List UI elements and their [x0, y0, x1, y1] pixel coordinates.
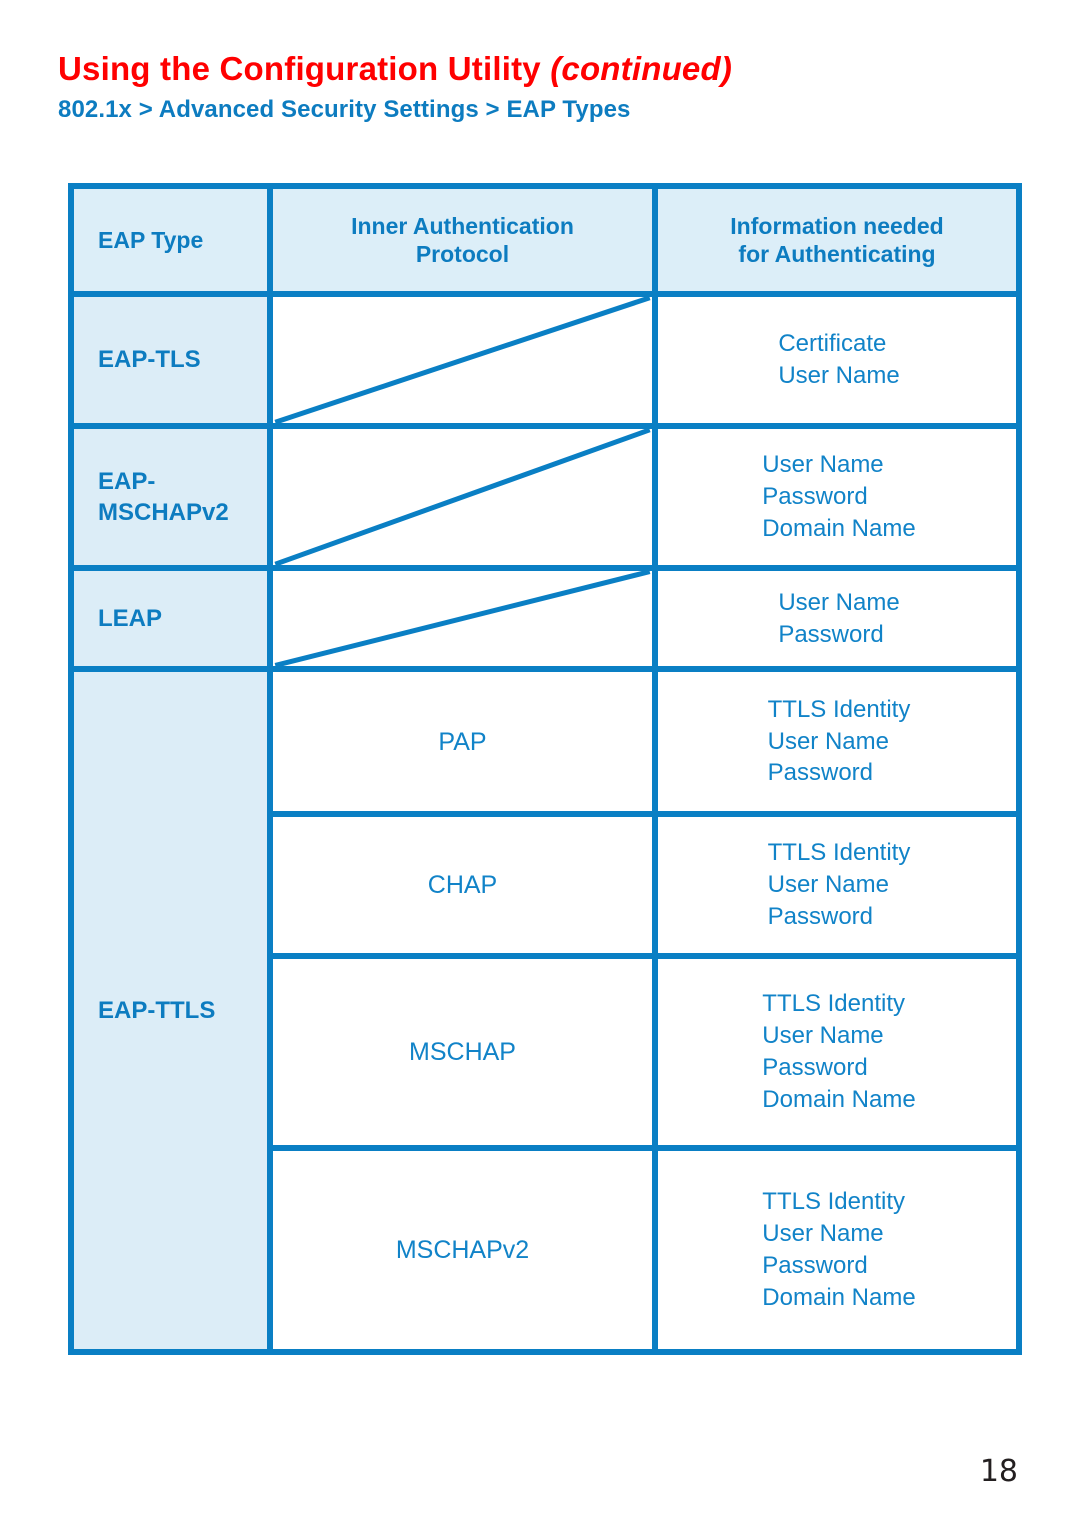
info-item: User Name — [762, 1022, 884, 1050]
eap-type-label-line1: EAP- — [98, 467, 156, 495]
eap-type-label: EAP-TTLS — [98, 996, 216, 1024]
page-title-main: Using the Configuration Utility — [58, 50, 551, 87]
info-item: Password — [767, 759, 873, 787]
cell-info-leap: User Name Password — [658, 571, 1016, 672]
info-list: TTLS Identity User Name Password Domain … — [758, 988, 915, 1116]
column-header-line1: Information needed — [730, 212, 944, 239]
info-item: User Name — [778, 362, 900, 389]
info-item: Domain Name — [762, 1283, 916, 1311]
inner-protocol-label: CHAP — [427, 871, 498, 899]
cell-inner-protocol-chap: CHAP — [273, 817, 652, 959]
inner-protocol-label: PAP — [438, 727, 487, 756]
info-list: User Name Password — [774, 587, 899, 651]
info-item: User Name — [767, 871, 889, 899]
info-list: TTLS Identity User Name Password — [764, 837, 911, 933]
cell-info-eap-tls: Certificate User Name — [658, 297, 1016, 429]
column-information-needed: Information needed for Authenticating Ce… — [658, 189, 1016, 1349]
info-item: User Name — [762, 451, 884, 479]
info-list: Certificate User Name — [774, 328, 899, 392]
info-item: TTLS Identity — [767, 839, 911, 867]
eap-types-table: EAP Type EAP-TLS EAP- MSCHAPv2 LEAP EAP-… — [68, 183, 1022, 1355]
info-item: User Name — [762, 1220, 884, 1248]
info-item: Password — [762, 1252, 868, 1279]
info-item: Domain Name — [762, 1085, 916, 1113]
page-number: 18 — [979, 1454, 1018, 1489]
info-item: Domain Name — [762, 514, 916, 542]
cell-inner-protocol-pap: PAP — [273, 672, 652, 817]
info-item: Password — [778, 620, 884, 648]
page-title: Using the Configuration Utility (continu… — [58, 50, 1038, 87]
cell-inner-protocol-mschapv2: MSCHAPv2 — [273, 1151, 652, 1349]
cell-inner-protocol-not-applicable — [273, 297, 652, 429]
column-header-inner-auth-protocol: Inner Authentication Protocol — [273, 189, 652, 297]
info-item: Password — [767, 902, 873, 930]
column-header-eap-type: EAP Type — [74, 189, 267, 297]
cell-info-ttls-mschap: TTLS Identity User Name Password Domain … — [658, 959, 1016, 1151]
cell-eap-type-eap-ttls: EAP-TTLS — [74, 672, 267, 1349]
cell-info-ttls-chap: TTLS Identity User Name Password — [658, 817, 1016, 959]
inner-protocol-label: MSCHAP — [409, 1038, 516, 1066]
cell-inner-protocol-not-applicable — [273, 571, 652, 672]
info-item: TTLS Identity — [762, 990, 906, 1018]
cell-eap-type-eap-tls: EAP-TLS — [74, 297, 267, 429]
info-item: Password — [762, 483, 868, 511]
column-header-line1: Inner Authentication — [351, 212, 574, 239]
column-header-line2: for Authenticating — [738, 241, 936, 267]
page-title-continued: (continued) — [550, 50, 733, 87]
cell-info-ttls-pap: TTLS Identity User Name Password — [658, 672, 1016, 817]
info-item: TTLS Identity — [767, 695, 911, 723]
info-item: User Name — [767, 727, 889, 755]
cell-info-ttls-mschapv2: TTLS Identity User Name Password Domain … — [658, 1151, 1016, 1349]
info-list: TTLS Identity User Name Password — [764, 694, 911, 790]
cell-inner-protocol-not-applicable — [273, 429, 652, 571]
eap-type-label-line2: MSCHAPv2 — [98, 499, 229, 526]
cell-eap-type-eap-mschapv2: EAP- MSCHAPv2 — [74, 429, 267, 571]
diagonal-slash-icon — [273, 429, 652, 565]
info-item: Password — [762, 1054, 868, 1081]
column-inner-auth-protocol: Inner Authentication Protocol PAP CHAP M… — [273, 189, 658, 1349]
table-grid: EAP Type EAP-TLS EAP- MSCHAPv2 LEAP EAP-… — [74, 189, 1016, 1349]
info-list: User Name Password Domain Name — [758, 449, 915, 545]
cell-info-eap-mschapv2: User Name Password Domain Name — [658, 429, 1016, 571]
inner-protocol-label: MSCHAPv2 — [395, 1236, 530, 1264]
diagonal-slash-icon — [273, 571, 652, 666]
info-item: User Name — [778, 588, 900, 616]
page-subtitle: 802.1x > Advanced Security Settings > EA… — [58, 95, 631, 123]
page-header: Using the Configuration Utility (continu… — [58, 50, 1038, 124]
cell-inner-protocol-mschap: MSCHAP — [273, 959, 652, 1151]
info-item: TTLS Identity — [762, 1188, 906, 1216]
column-header-information-needed: Information needed for Authenticating — [658, 189, 1016, 297]
info-item: Certificate — [778, 330, 887, 358]
cell-eap-type-leap: LEAP — [74, 571, 267, 672]
info-list: TTLS Identity User Name Password Domain … — [758, 1186, 915, 1314]
diagonal-slash-icon — [273, 297, 652, 423]
column-eap-type: EAP Type EAP-TLS EAP- MSCHAPv2 LEAP EAP-… — [74, 189, 273, 1349]
eap-type-label: LEAP — [98, 604, 163, 632]
eap-type-label: EAP-TLS — [98, 346, 201, 374]
column-header-line2: Protocol — [415, 241, 510, 267]
